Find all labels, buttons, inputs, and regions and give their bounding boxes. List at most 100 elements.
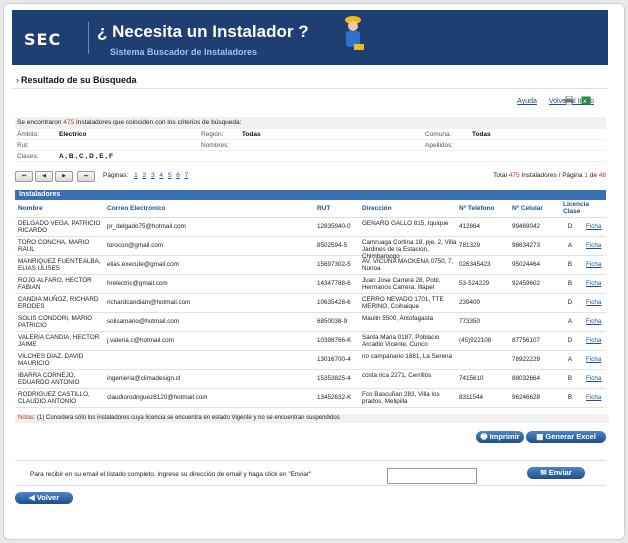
ficha-link[interactable]: Ficha <box>586 337 601 344</box>
rut-label: Rut: <box>17 142 29 149</box>
cell-rut: 13452632-K <box>317 394 352 401</box>
printer-icon[interactable] <box>564 96 574 105</box>
table-row: ROJO ALFARO, HECTOR FABIAN hrelectric@gma… <box>15 275 606 294</box>
send-label: Enviar <box>548 468 572 477</box>
page-link-3[interactable]: 3 <box>151 172 155 179</box>
cell-telefono: 8311544 <box>459 394 484 401</box>
cell-clase: B <box>567 280 573 287</box>
ficha-link[interactable]: Ficha <box>586 356 601 363</box>
ficha-link[interactable]: Ficha <box>586 318 601 325</box>
cell-direccion: Santa Maria 0187, Poblacio Arcadio Vicen… <box>362 334 440 348</box>
cell-clase: B <box>567 375 573 382</box>
total-summary: Total 475 Instaladores / Página 1 de 48 <box>493 172 606 179</box>
found-prefix: Se encontraron <box>17 119 62 126</box>
cell-telefono: 53-524229 <box>459 280 490 287</box>
cell-celular: 87756107 <box>512 337 541 344</box>
email-instructions: Para recibir en su email el listado comp… <box>30 471 312 478</box>
cell-rut: 12835940-0 <box>317 223 351 230</box>
cell-direccion: Maulin 5500, Antofagasta <box>362 315 434 322</box>
criteria-row-3: Clases: A , B , C , D , E , F <box>15 151 606 162</box>
cell-telefono: 412864 <box>459 223 481 230</box>
notes-label: Notas: <box>18 415 36 421</box>
criteria-row-1: Ámbito: Electrico Región: Todas Comuna: … <box>15 129 606 140</box>
cell-direccion: costa rica 2271, Cerrillos <box>362 372 432 379</box>
back-arrow-icon: ◀ <box>28 493 37 502</box>
print-button[interactable]: 🖶 Imprimir <box>476 431 524 443</box>
comuna-label: Comuna: <box>425 131 452 138</box>
help-link[interactable]: Ayuda <box>517 98 537 105</box>
pagination: ⏮ ◀ ▶ ⏭ Páginas: 1 2 3 4 5 6 7 Total 475… <box>15 171 606 182</box>
ficha-link[interactable]: Ficha <box>586 375 601 382</box>
table-title: Instaladores <box>15 190 606 200</box>
excel-button[interactable]: ▦ Generar Excel <box>526 431 606 443</box>
clases-value: A , B , C , D , E , F <box>59 153 113 160</box>
cell-nombre: ROJO ALFARO, HECTOR FABIAN <box>18 277 92 291</box>
last-page-button[interactable]: ⏭ <box>77 171 95 182</box>
cell-celular: 95024464 <box>512 261 541 268</box>
cell-correo: j.valeria.c@hotmail.com <box>107 337 174 344</box>
cell-clase: A <box>567 318 573 325</box>
cell-nombre: VILCHES DIAZ, DAVID MAURICIO <box>18 353 84 367</box>
col-correo: Correo Electrónico <box>107 205 166 212</box>
cell-direccion: rio campanario 1881, La Serena <box>362 353 452 360</box>
banner-subtitle: Sistema Buscador de Instaladores <box>110 47 258 57</box>
cell-rut: 8502594-5 <box>317 242 348 249</box>
cell-celular: 92459602 <box>512 280 541 287</box>
page-link-1[interactable]: 1 <box>134 172 138 179</box>
ficha-link[interactable]: Ficha <box>586 223 601 230</box>
table-row: MANRIQUEZ FUENTEALBA, ELIAS ULISES elias.… <box>15 256 606 275</box>
table-body: DELGADO VEGA, PATRICIO RICARDO pr_delgado… <box>15 218 606 408</box>
pages-label: Páginas: <box>103 172 129 179</box>
ficha-link[interactable]: Ficha <box>586 242 601 249</box>
cell-correo: pr_delgado75@hotmail.com <box>107 223 186 230</box>
cell-rut: 15697302-5 <box>317 261 351 268</box>
cell-rut: 6850038-9 <box>317 318 348 325</box>
cell-telefono: 026345423 <box>459 261 491 268</box>
criteria-row-2: Rut: Nombres: Apellidos: <box>15 140 606 151</box>
page-link-4[interactable]: 4 <box>159 172 163 179</box>
cell-direccion: Juan Jose Carrera 28, Pobl. Hermanos Car… <box>362 277 441 291</box>
current-page: 1 <box>584 172 588 179</box>
table-row: IBARRA CORNEJO, EDUARDO ANTONIO ingenieri… <box>15 370 606 389</box>
table-header: Nombre Correo Electrónico RUT Dirección … <box>15 200 606 218</box>
cell-telefono: 239400 <box>459 299 481 306</box>
excel-label: Generar Excel <box>545 432 596 441</box>
cell-nombre: RODRIGUEZ CASTILLO, CLAUDIO ANTONIO <box>18 391 90 405</box>
ficha-link[interactable]: Ficha <box>586 299 601 306</box>
cell-celular: 88032664 <box>512 375 541 382</box>
ficha-link[interactable]: Ficha <box>586 280 601 287</box>
prev-page-button[interactable]: ◀ <box>35 171 53 182</box>
cell-correo: solisamario@hotmail.com <box>107 318 180 325</box>
excel-small-icon: ▦ <box>536 432 546 441</box>
installers-table: Instaladores Nombre Correo Electrónico R… <box>15 190 606 408</box>
cell-correo: hrelectric@gmail.com <box>107 280 168 287</box>
table-row: VILCHES DIAZ, DAVID MAURICIO 13016700-4 ri… <box>15 351 606 370</box>
page-title: › Resultado de su Búsqueda <box>16 75 137 85</box>
first-page-button[interactable]: ⏮ <box>15 171 33 182</box>
page-link-5[interactable]: 5 <box>168 172 172 179</box>
next-page-button[interactable]: ▶ <box>55 171 73 182</box>
cell-nombre: CANDIA MUÑOZ, RICHARD ERODES <box>18 296 99 310</box>
page-link-7[interactable]: 7 <box>185 172 189 179</box>
ficha-link[interactable]: Ficha <box>586 261 601 268</box>
page-link-2[interactable]: 2 <box>143 172 147 179</box>
cell-rut: 10635428-6 <box>317 299 351 306</box>
banner-divider <box>88 22 89 54</box>
cell-direccion: GENARO GALLO 815, Iquique <box>362 220 449 227</box>
found-count: 475 <box>63 119 75 126</box>
col-celular: Nº Celular <box>512 205 543 212</box>
excel-icon[interactable]: x <box>581 96 591 105</box>
email-input[interactable] <box>387 468 477 484</box>
ficha-link[interactable]: Ficha <box>586 394 601 401</box>
cell-direccion: Fco Bascuñan 283, Villa los prados, Meli… <box>362 391 440 405</box>
cell-clase: B <box>567 261 573 268</box>
cell-celular: 99469042 <box>512 223 541 230</box>
cell-correo: elias.execute@gmail.com <box>107 261 179 268</box>
nombres-label: Nombres: <box>201 142 230 149</box>
back-button[interactable]: ◀ Volver <box>15 492 73 504</box>
page-count: 48 <box>598 172 606 179</box>
send-button[interactable]: ✉ Enviar <box>527 467 585 479</box>
page-link-6[interactable]: 6 <box>176 172 180 179</box>
clases-label: Clases: <box>17 153 39 160</box>
found-suffix: Instaladores que coinciden con los crite… <box>75 119 242 126</box>
